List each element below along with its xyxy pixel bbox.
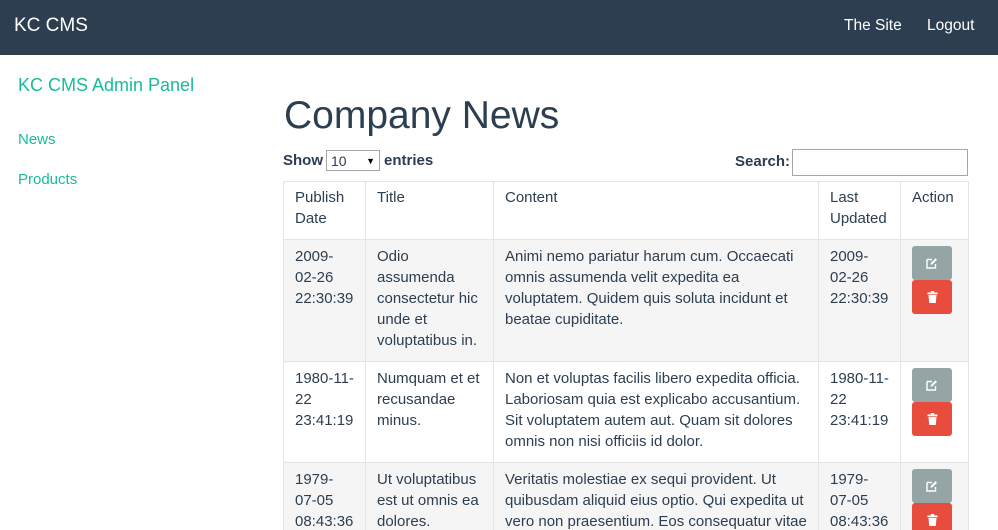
cell-action (900, 239, 969, 362)
chevron-down-icon: ▼ (366, 155, 375, 166)
entries-select[interactable]: 10 ▼ (326, 150, 380, 171)
brand-link[interactable]: KC CMS (14, 15, 88, 37)
logout-link[interactable]: Logout (927, 17, 974, 35)
edit-icon (926, 380, 937, 391)
cell-action (900, 462, 969, 530)
edit-icon (926, 481, 937, 492)
the-site-link[interactable]: The Site (844, 17, 902, 35)
search-label: Search: (735, 153, 791, 170)
sidebar-item-products[interactable]: Products (18, 171, 77, 188)
sidebar-item-news[interactable]: News (18, 131, 56, 148)
trash-icon (927, 413, 937, 425)
cell-content: Non et voluptas facilis libero expedita … (493, 361, 819, 463)
cell-last-updated: 1979-07-05 08:43:36 (818, 462, 901, 530)
edit-icon (926, 258, 937, 269)
navbar: KC CMS The Site Logout (0, 0, 998, 55)
header-last-updated[interactable]: Last Updated (818, 181, 901, 240)
trash-icon (927, 291, 937, 303)
search-input[interactable] (792, 149, 968, 176)
cell-title: Ut voluptatibus est ut omnis ea dolores. (365, 462, 494, 530)
entries-length-control: Show 10 ▼ entries (283, 150, 433, 171)
cell-title: Numquam et et recusandae minus. (365, 361, 494, 463)
cell-last-updated: 2009-02-26 22:30:39 (818, 239, 901, 362)
cell-action (900, 361, 969, 463)
entries-select-value: 10 (331, 152, 347, 169)
cell-content: Animi nemo pariatur harum cum. Occaecati… (493, 239, 819, 362)
cell-publish-date: 1980-11-22 23:41:19 (283, 361, 366, 463)
sidebar-title[interactable]: KC CMS Admin Panel (18, 75, 194, 96)
delete-button[interactable] (912, 402, 952, 436)
delete-button[interactable] (912, 503, 952, 530)
page-title: Company News (284, 94, 560, 137)
table-header-row: Publish Date Title Content Last Updated … (283, 181, 969, 240)
table-row: 1980-11-22 23:41:19 Numquam et et recusa… (283, 361, 969, 463)
cell-publish-date: 1979-07-05 08:43:36 (283, 462, 366, 530)
cell-title: Odio assumenda consectetur hic unde et v… (365, 239, 494, 362)
cell-last-updated: 1980-11-22 23:41:19 (818, 361, 901, 463)
table-row: 2009-02-26 22:30:39 Odio assumenda conse… (283, 239, 969, 362)
table-row: 1979-07-05 08:43:36 Ut voluptatibus est … (283, 462, 969, 530)
delete-button[interactable] (912, 280, 952, 314)
header-action: Action (900, 181, 969, 240)
edit-button[interactable] (912, 469, 952, 503)
edit-button[interactable] (912, 246, 952, 280)
cell-content: Veritatis molestiae ex sequi provident. … (493, 462, 819, 530)
trash-icon (927, 514, 937, 526)
entries-label: entries (384, 152, 434, 169)
news-table: Publish Date Title Content Last Updated … (283, 181, 969, 530)
header-content[interactable]: Content (493, 181, 819, 240)
show-label: Show (283, 152, 323, 169)
cell-publish-date: 2009-02-26 22:30:39 (283, 239, 366, 362)
header-title[interactable]: Title (365, 181, 494, 240)
header-publish-date[interactable]: Publish Date (283, 181, 366, 240)
edit-button[interactable] (912, 368, 952, 402)
